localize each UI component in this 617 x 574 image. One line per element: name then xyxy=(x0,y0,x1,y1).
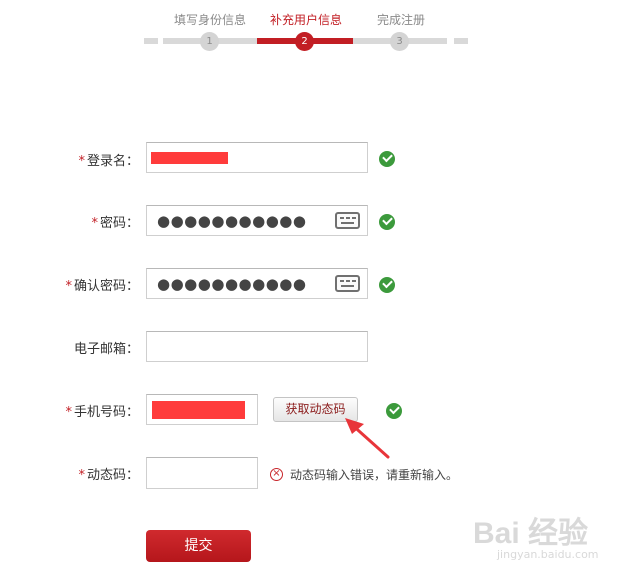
phone-redaction xyxy=(152,401,245,419)
step-bar-right-stub xyxy=(454,38,468,44)
email-input[interactable] xyxy=(146,331,368,362)
password-label-text: 密码： xyxy=(99,216,139,231)
step-1-label: 填写身份信息 xyxy=(174,13,247,27)
dynamic-code-label: * 动态码： xyxy=(78,466,139,486)
confirm-password-label: * 确认密码： xyxy=(65,277,139,297)
username-label: * 登录名： xyxy=(78,152,139,172)
password-valid-icon xyxy=(379,214,395,230)
username-input[interactable] xyxy=(146,142,368,173)
step-3-number: 3 xyxy=(390,32,409,51)
confirm-password-label-text: 确认密码： xyxy=(73,279,139,294)
username-valid-icon xyxy=(379,151,395,167)
step-3-label: 完成注册 xyxy=(377,13,426,27)
watermark-brand: Bai 经验 xyxy=(473,517,589,550)
email-label-text: 电子邮箱： xyxy=(73,342,139,357)
username-redaction xyxy=(151,152,228,164)
keyboard-icon[interactable] xyxy=(335,275,360,292)
phone-label: * 手机号码： xyxy=(65,403,139,423)
step-bar-left-stub xyxy=(144,38,158,44)
dynamic-code-label-text: 动态码： xyxy=(86,468,139,483)
step-1-number: 1 xyxy=(200,32,219,51)
error-icon: × xyxy=(270,468,283,481)
dynamic-code-error: 动态码输入错误，请重新输入。 xyxy=(290,468,459,482)
get-code-button[interactable]: 获取动态码 xyxy=(273,397,358,422)
phone-valid-icon xyxy=(386,403,402,419)
required-mark: * xyxy=(65,405,72,420)
watermark-url: jingyan.baidu.com xyxy=(497,548,599,561)
confirm-password-input[interactable]: ●●●●●●●●●●● xyxy=(146,268,368,299)
required-mark: * xyxy=(78,154,85,169)
phone-label-text: 手机号码： xyxy=(73,405,139,420)
required-mark: * xyxy=(78,468,85,483)
step-2-label: 补充用户信息 xyxy=(270,13,343,27)
submit-button[interactable]: 提交 xyxy=(146,530,251,562)
password-input[interactable]: ●●●●●●●●●●● xyxy=(146,205,368,236)
required-mark: * xyxy=(65,279,72,294)
dynamic-code-input[interactable] xyxy=(146,457,258,489)
confirm-password-valid-icon xyxy=(379,277,395,293)
confirm-password-masked-value: ●●●●●●●●●●● xyxy=(157,275,307,293)
step-2-number: 2 xyxy=(295,32,314,51)
username-label-text: 登录名： xyxy=(86,154,139,169)
phone-input[interactable] xyxy=(146,394,258,425)
password-masked-value: ●●●●●●●●●●● xyxy=(157,212,307,230)
required-mark: * xyxy=(91,216,98,231)
password-label: * 密码： xyxy=(91,214,139,234)
email-label: 电子邮箱： xyxy=(74,340,139,360)
keyboard-icon[interactable] xyxy=(335,212,360,229)
